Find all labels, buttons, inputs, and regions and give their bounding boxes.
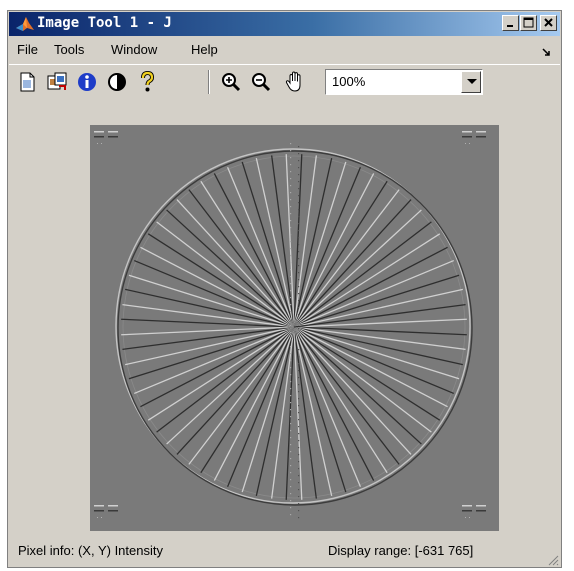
starburst-test-pattern	[94, 131, 486, 519]
menu-tools[interactable]: Tools	[54, 42, 84, 57]
pixel-info-label: Pixel info: (X, Y) Intensity	[18, 543, 163, 558]
zoom-in-icon[interactable]	[219, 70, 243, 94]
image-tool-window: Image Tool 1 - J File Tools Window Help	[7, 10, 562, 568]
menu-bar: File Tools Window Help	[9, 38, 560, 62]
export-image-icon[interactable]	[45, 70, 69, 94]
zoom-level-combobox[interactable]: 100%	[325, 69, 483, 95]
maximize-button[interactable]	[520, 15, 537, 31]
zoom-out-icon[interactable]	[249, 70, 273, 94]
zoom-dropdown-button[interactable]	[461, 71, 481, 93]
pan-hand-icon[interactable]	[283, 70, 307, 94]
minimize-icon	[507, 25, 513, 27]
menu-help[interactable]: Help	[191, 42, 218, 57]
minimize-button[interactable]	[502, 15, 519, 31]
dock-arrow-icon[interactable]	[542, 44, 552, 56]
title-bar[interactable]: Image Tool 1 - J	[9, 12, 560, 36]
close-icon	[544, 18, 553, 27]
new-figure-icon[interactable]	[15, 70, 39, 94]
menu-file[interactable]: File	[17, 42, 38, 57]
window-title: Image Tool 1 - J	[37, 15, 172, 31]
toolbar-separator	[208, 70, 210, 94]
image-info-icon[interactable]	[75, 70, 99, 94]
toolbar: 100%	[9, 64, 560, 99]
resize-grip-icon[interactable]	[547, 553, 559, 566]
chevron-down-icon	[467, 79, 477, 84]
adjust-contrast-icon[interactable]	[105, 70, 129, 94]
display-range-label: Display range: [-631 765]	[328, 543, 474, 558]
close-button[interactable]	[540, 15, 557, 31]
help-icon[interactable]	[135, 70, 159, 94]
menu-window[interactable]: Window	[111, 42, 157, 57]
zoom-level-value[interactable]: 100%	[332, 74, 365, 89]
maximize-icon	[523, 17, 534, 28]
matlab-logo-icon	[15, 15, 35, 33]
image-display[interactable]	[90, 125, 499, 531]
